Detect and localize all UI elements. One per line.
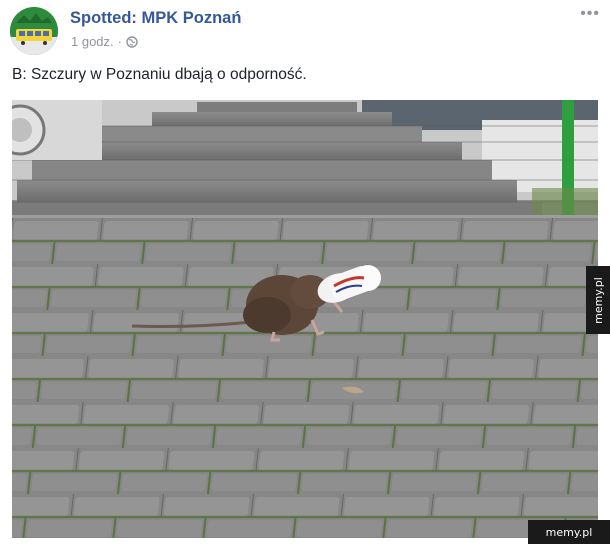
facebook-post: Spotted: MPK Poznań 1 godz. · ••• B: Szc… (0, 0, 610, 544)
rat-with-bottle-photo-icon (12, 100, 598, 538)
post-meta: 1 godz. · (71, 34, 138, 49)
post-timestamp[interactable]: 1 godz. (71, 34, 114, 49)
post-text: B: Szczury w Poznaniu dbają o odporność. (12, 66, 307, 83)
corner-watermark: memy.pl (528, 520, 610, 544)
globe-icon[interactable] (126, 35, 138, 48)
more-options-button[interactable]: ••• (580, 6, 600, 22)
post-photo[interactable] (12, 100, 598, 538)
side-watermark-text: memy.pl (591, 276, 605, 324)
side-watermark: memy.pl (586, 266, 610, 334)
page-name-link[interactable]: Spotted: MPK Poznań (70, 9, 241, 28)
tram-logo-icon (10, 7, 58, 55)
page-avatar[interactable] (10, 7, 58, 55)
meta-separator: · (117, 34, 122, 49)
